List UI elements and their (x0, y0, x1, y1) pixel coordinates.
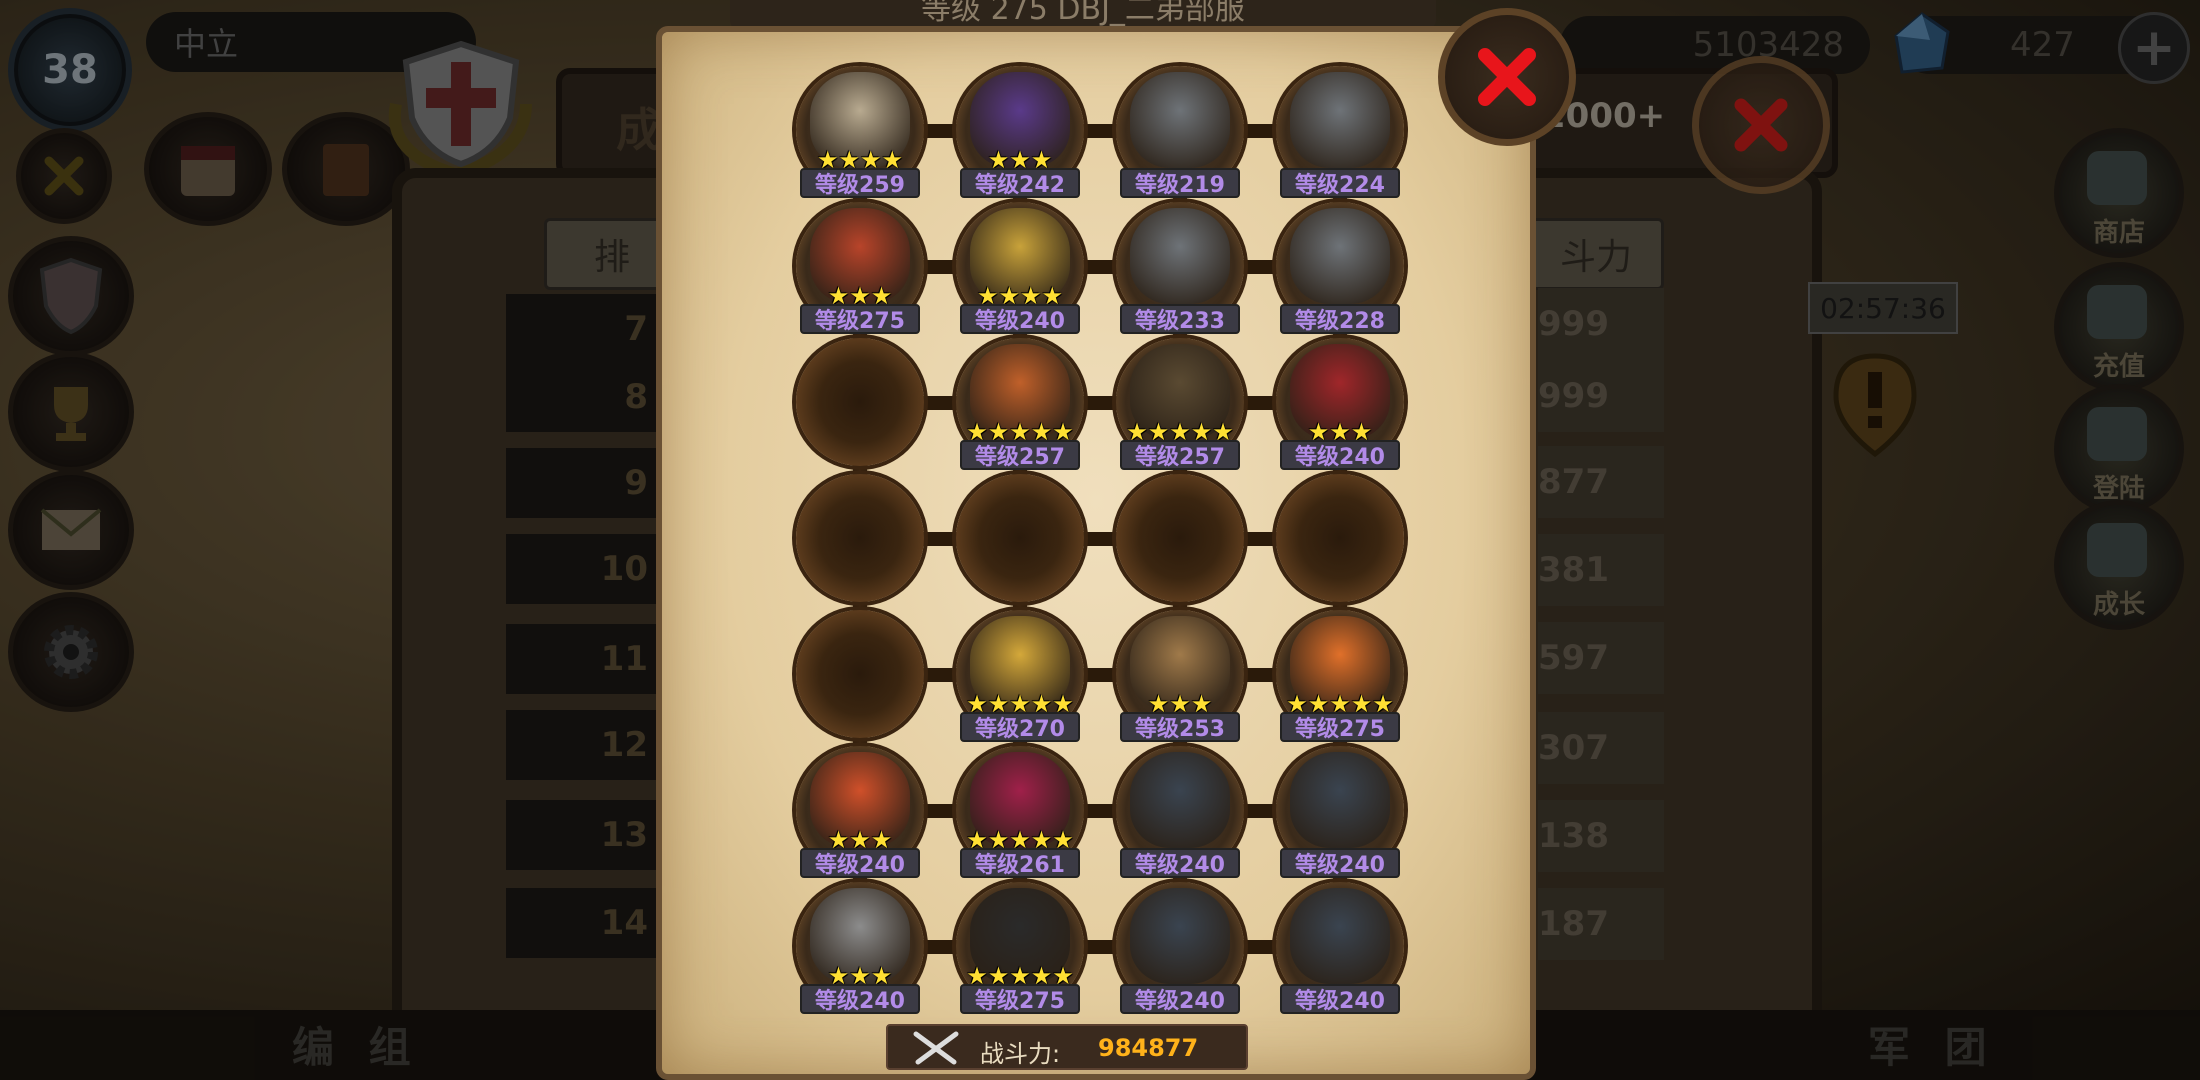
steel-knight-icon (1130, 208, 1230, 304)
lineup-popup (656, 26, 1536, 1080)
grid-connector (860, 940, 1340, 954)
empty-hero-slot[interactable] (1116, 474, 1244, 602)
hero-slot[interactable]: 等级240 (1276, 882, 1404, 1014)
hero-level-tag: 等级275 (960, 984, 1080, 1014)
hero-slot[interactable]: ★★★★★ 等级275 (956, 882, 1084, 1014)
grid-connector (860, 804, 1340, 818)
grid-connector (860, 124, 1340, 138)
hero-slot[interactable]: 等级240 (1116, 882, 1244, 1014)
hero-level-tag: 等级240 (1280, 440, 1400, 470)
hero-level-tag: 等级224 (1280, 168, 1400, 198)
hero-slot[interactable]: ★★★★ 等级259 (796, 66, 924, 198)
hero-level-tag: 等级240 (800, 848, 920, 878)
empty-hero-slot[interactable] (956, 474, 1084, 602)
combat-power-label: 战斗力: (980, 1040, 1061, 1068)
empty-hero-slot[interactable] (1276, 474, 1404, 602)
hero-level-tag: 等级275 (1280, 712, 1400, 742)
crossed-swords-icon (913, 1031, 959, 1065)
close-icon (1478, 48, 1536, 106)
hero-level-tag: 等级240 (1120, 984, 1240, 1014)
hero-level-tag: 等级253 (1120, 712, 1240, 742)
steel-knight-icon (1130, 72, 1230, 168)
hero-slot[interactable]: ★★★ 等级240 (796, 746, 924, 878)
hero-slot[interactable]: ★★★★★ 等级257 (956, 338, 1084, 470)
hero-level-tag: 等级261 (960, 848, 1080, 878)
hero-slot[interactable]: ★★★★★ 等级275 (1276, 610, 1404, 742)
popup-close-button[interactable] (1438, 8, 1576, 146)
winged-dark-knight-icon (1130, 752, 1230, 848)
empty-hero-slot[interactable] (796, 338, 924, 466)
hero-slot[interactable]: ★★★★★ 等级257 (1116, 338, 1244, 470)
hero-slot[interactable]: ★★★ 等级240 (796, 882, 924, 1014)
grid-connector (860, 260, 1340, 274)
hero-slot[interactable]: 等级228 (1276, 202, 1404, 334)
hero-level-tag: 等级219 (1120, 168, 1240, 198)
winged-dark-knight-icon (1290, 752, 1390, 848)
hero-slot[interactable]: ★★★ 等级240 (1276, 338, 1404, 470)
empty-hero-slot[interactable] (796, 474, 924, 602)
hero-level-tag: 等级240 (800, 984, 920, 1014)
hero-level-tag: 等级240 (1280, 848, 1400, 878)
hero-level-tag: 等级275 (800, 304, 920, 334)
popup-title: 等级 275 DBJ_二弟部服 (921, 0, 1245, 27)
hero-slot[interactable]: ★★★★★ 等级261 (956, 746, 1084, 878)
hero-slot[interactable]: ★★★ 等级275 (796, 202, 924, 334)
steel-knight-icon (1290, 72, 1390, 168)
hero-level-tag: 等级228 (1280, 304, 1400, 334)
steel-knight-icon (1290, 208, 1390, 304)
hero-slot[interactable]: ★★★★ 等级240 (956, 202, 1084, 334)
hero-slot[interactable]: 等级219 (1116, 66, 1244, 198)
hero-slot[interactable]: 等级240 (1116, 746, 1244, 878)
hero-level-tag: 等级270 (960, 712, 1080, 742)
combat-power-bar: 战斗力: 984877 (886, 1024, 1248, 1070)
winged-dark-knight-icon (1290, 888, 1390, 984)
grid-connector (860, 532, 1340, 546)
hero-level-tag: 等级259 (800, 168, 920, 198)
grid-connector (860, 668, 1340, 682)
hero-slot[interactable]: ★★★ 等级242 (956, 66, 1084, 198)
hero-level-tag: 等级233 (1120, 304, 1240, 334)
hero-slot[interactable]: ★★★★★ 等级270 (956, 610, 1084, 742)
close-icon (1734, 98, 1788, 152)
hero-slot[interactable]: 等级240 (1276, 746, 1404, 878)
hero-level-tag: 等级240 (1280, 984, 1400, 1014)
hero-slot[interactable]: 等级233 (1116, 202, 1244, 334)
hero-slot[interactable]: 等级224 (1276, 66, 1404, 198)
ranking-close-button[interactable] (1692, 56, 1830, 194)
hero-slot[interactable]: ★★★ 等级253 (1116, 610, 1244, 742)
hero-level-tag: 等级257 (960, 440, 1080, 470)
winged-dark-knight-icon (1130, 888, 1230, 984)
hero-level-tag: 等级242 (960, 168, 1080, 198)
empty-hero-slot[interactable] (796, 610, 924, 738)
hero-level-tag: 等级240 (960, 304, 1080, 334)
hero-level-tag: 等级240 (1120, 848, 1240, 878)
grid-connector (860, 396, 1340, 410)
combat-power-value: 984877 (1098, 1034, 1199, 1062)
hero-level-tag: 等级257 (1120, 440, 1240, 470)
